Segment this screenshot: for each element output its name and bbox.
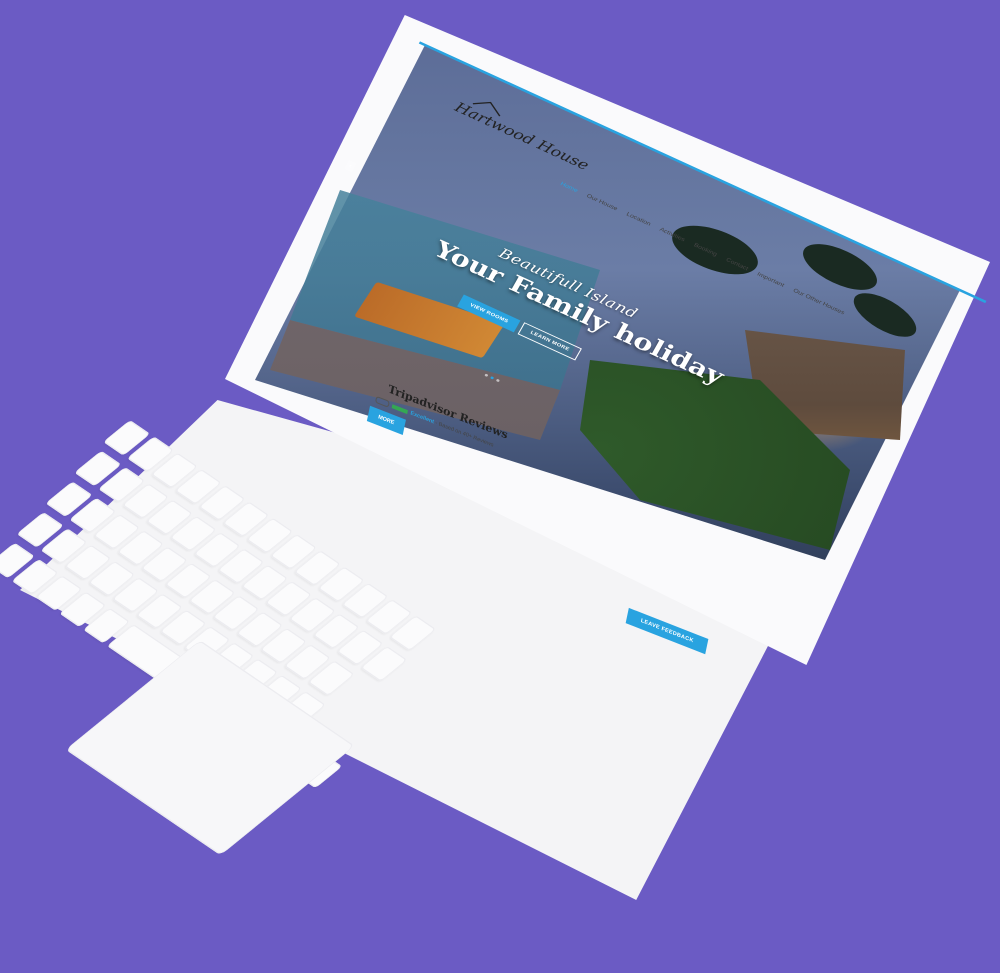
nav-item-activities[interactable]: Activities xyxy=(658,227,686,243)
slider-dots xyxy=(484,373,500,383)
nav-item-location[interactable]: Location xyxy=(625,211,652,227)
slider-dot[interactable] xyxy=(495,378,500,383)
nav-item-home[interactable]: Home xyxy=(559,181,579,194)
view-rooms-button[interactable]: VIEW ROOMS xyxy=(457,294,521,333)
nav-item-booking[interactable]: Booking xyxy=(693,242,719,258)
laptop-mockup: Hartwood House Home Our House Location Acti… xyxy=(0,0,1000,900)
rating-bubbles-icon xyxy=(391,403,409,414)
nav-item-important[interactable]: Important xyxy=(756,271,785,288)
learn-more-button[interactable]: LEARN MORE xyxy=(517,322,582,361)
leave-feedback-button[interactable]: LEAVE FEEDBACK xyxy=(625,607,709,655)
nav-item-our-house[interactable]: Our House xyxy=(585,193,618,212)
rating-label: Excellent xyxy=(409,410,435,426)
tripadvisor-owl-icon xyxy=(374,395,390,408)
slider-dot[interactable] xyxy=(490,376,495,380)
slider-dot[interactable] xyxy=(484,373,489,378)
nav-item-our-other-houses[interactable]: Our Other Houses xyxy=(792,288,846,316)
nav-item-contact[interactable]: Contact xyxy=(725,257,749,272)
